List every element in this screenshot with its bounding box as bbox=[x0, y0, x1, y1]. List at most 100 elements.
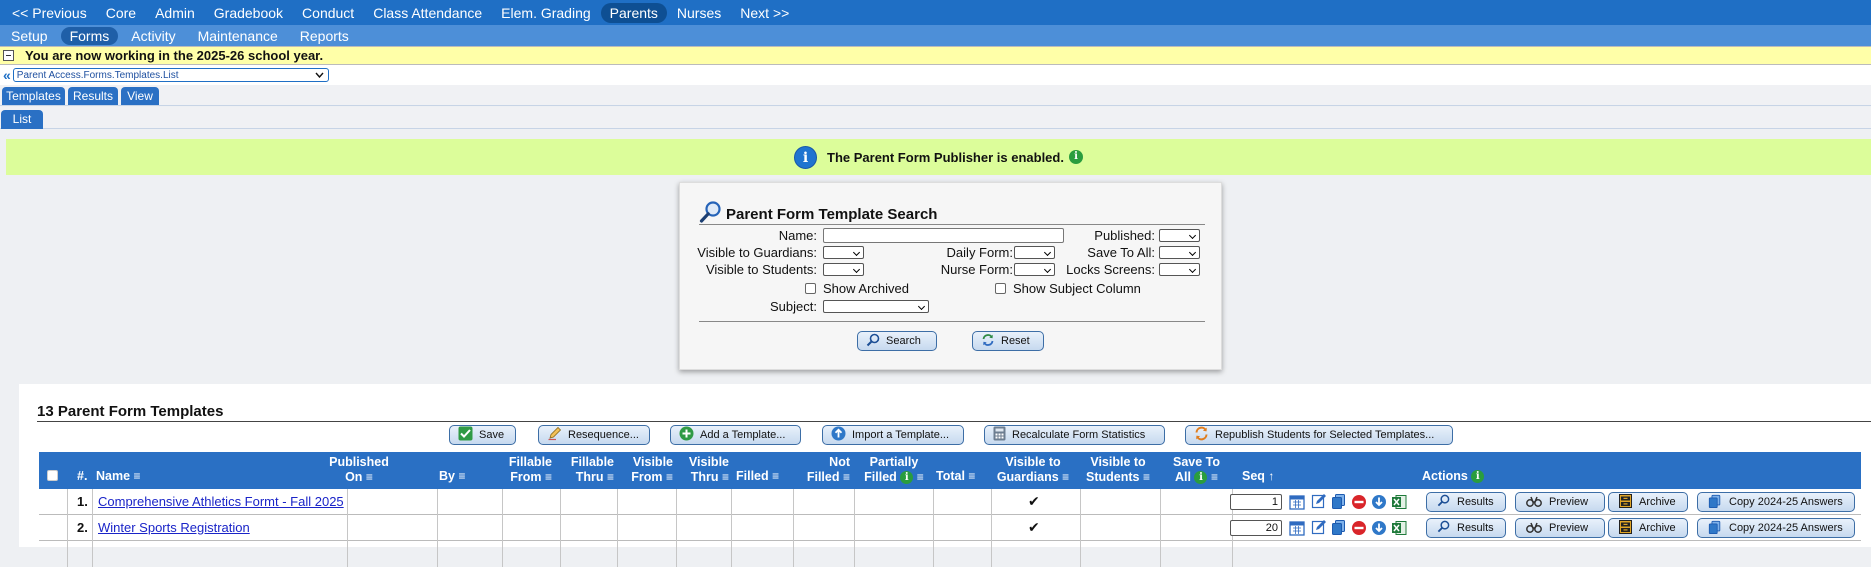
menu-icon[interactable]: ≡ bbox=[666, 470, 673, 484]
col-filled[interactable]: Filled ≡ bbox=[736, 469, 779, 484]
copy-answers-button[interactable]: Copy 2024-25 Answers bbox=[1697, 518, 1855, 538]
menu-icon[interactable]: ≡ bbox=[1143, 470, 1150, 484]
template-name-link[interactable]: Comprehensive Athletics Formt - Fall 202… bbox=[98, 494, 344, 509]
locks-screens-select[interactable] bbox=[1159, 263, 1200, 276]
menu-icon[interactable]: ≡ bbox=[772, 469, 779, 483]
archive-button[interactable]: Archive bbox=[1608, 492, 1688, 512]
col-total[interactable]: Total ≡ bbox=[936, 469, 975, 484]
info-icon[interactable]: i bbox=[1194, 471, 1208, 485]
col-fillable-from[interactable]: Fillable From ≡ bbox=[494, 455, 552, 485]
nav-admin[interactable]: Admin bbox=[146, 3, 204, 23]
col-name[interactable]: Name ≡ bbox=[96, 469, 141, 484]
menu-icon[interactable]: ≡ bbox=[843, 470, 850, 484]
show-subject-column-checkbox[interactable] bbox=[995, 283, 1006, 294]
tab-templates[interactable]: Templates bbox=[2, 87, 65, 105]
col-by[interactable]: By ≡ bbox=[439, 469, 465, 484]
recalculate-statistics-button[interactable]: Recalculate Form Statistics bbox=[984, 425, 1165, 445]
col-visible-students[interactable]: Visible to Students ≡ bbox=[1078, 455, 1158, 485]
col-visible-thru[interactable]: Visible Thru ≡ bbox=[677, 455, 729, 485]
download-icon[interactable] bbox=[1371, 494, 1387, 510]
search-button[interactable]: Search bbox=[857, 331, 937, 351]
students-select[interactable] bbox=[823, 263, 864, 276]
add-template-button[interactable]: Add a Template... bbox=[670, 425, 801, 445]
preview-button[interactable]: Preview bbox=[1515, 518, 1605, 538]
col-visible-guardians[interactable]: Visible to Guardians ≡ bbox=[989, 455, 1077, 485]
resequence-button[interactable]: Resequence... bbox=[538, 425, 650, 445]
copy-icon[interactable] bbox=[1331, 493, 1347, 509]
republish-students-button[interactable]: Republish Students for Selected Template… bbox=[1185, 425, 1453, 445]
subtab-list[interactable]: List bbox=[1, 110, 43, 129]
nav-conduct[interactable]: Conduct bbox=[293, 3, 363, 23]
back-chevron-icon[interactable]: « bbox=[3, 67, 11, 83]
nav-class-attendance[interactable]: Class Attendance bbox=[364, 3, 491, 23]
preview-button[interactable]: Preview bbox=[1515, 492, 1605, 512]
menu-icon[interactable]: ≡ bbox=[134, 469, 141, 483]
subnav-reports[interactable]: Reports bbox=[291, 27, 358, 45]
daily-form-select[interactable] bbox=[1014, 246, 1055, 259]
col-fillable-thru[interactable]: Fillable Thru ≡ bbox=[562, 455, 614, 485]
info-green-icon[interactable]: i bbox=[1068, 150, 1083, 164]
show-archived-checkbox[interactable] bbox=[805, 283, 816, 294]
nav-next[interactable]: Next >> bbox=[731, 3, 798, 23]
subnav-activity[interactable]: Activity bbox=[122, 27, 184, 45]
download-icon[interactable] bbox=[1371, 520, 1387, 536]
sort-ascending-icon[interactable]: ↑ bbox=[1268, 469, 1274, 483]
calendar-icon[interactable] bbox=[1289, 494, 1305, 510]
subnav-maintenance[interactable]: Maintenance bbox=[189, 27, 287, 45]
published-select[interactable] bbox=[1159, 229, 1200, 242]
col-partially-filled[interactable]: Partially Filled i ≡ bbox=[854, 455, 934, 485]
copy-icon[interactable] bbox=[1331, 519, 1347, 535]
seq-field[interactable]: 20 bbox=[1230, 520, 1282, 536]
menu-icon[interactable]: ≡ bbox=[1211, 470, 1218, 484]
import-template-button[interactable]: Import a Template... bbox=[822, 425, 964, 445]
info-icon[interactable]: i bbox=[900, 471, 914, 485]
copy-answers-button[interactable]: Copy 2024-25 Answers bbox=[1697, 492, 1855, 512]
edit-icon[interactable] bbox=[1311, 493, 1327, 509]
excel-icon[interactable] bbox=[1391, 520, 1407, 536]
nurse-form-select[interactable] bbox=[1014, 263, 1055, 276]
menu-icon[interactable]: ≡ bbox=[607, 470, 614, 484]
col-save-to-all[interactable]: Save To All i ≡ bbox=[1164, 455, 1229, 485]
col-published-on[interactable]: Published On ≡ bbox=[319, 455, 399, 485]
results-button[interactable]: Results bbox=[1426, 518, 1506, 538]
delete-icon[interactable] bbox=[1351, 494, 1367, 510]
subnav-forms[interactable]: Forms bbox=[60, 26, 119, 45]
save-button[interactable]: Save bbox=[449, 425, 516, 445]
col-num[interactable]: #. bbox=[77, 469, 87, 484]
menu-icon[interactable]: ≡ bbox=[722, 470, 729, 484]
select-all-checkbox[interactable] bbox=[47, 470, 58, 481]
save-to-all-select[interactable] bbox=[1159, 246, 1200, 259]
seq-field[interactable]: 1 bbox=[1230, 494, 1282, 510]
nav-previous[interactable]: << Previous bbox=[3, 3, 96, 23]
nav-core[interactable]: Core bbox=[97, 3, 145, 23]
archive-button[interactable]: Archive bbox=[1608, 518, 1688, 538]
reset-button[interactable]: Reset bbox=[972, 331, 1044, 351]
guardians-select[interactable] bbox=[823, 246, 864, 259]
col-seq[interactable]: Seq ↑ bbox=[1242, 469, 1274, 484]
nav-elem-grading[interactable]: Elem. Grading bbox=[492, 3, 599, 23]
template-name-link[interactable]: Winter Sports Registration bbox=[98, 520, 250, 535]
menu-icon[interactable]: ≡ bbox=[366, 470, 373, 484]
calendar-icon[interactable] bbox=[1289, 520, 1305, 536]
name-field[interactable] bbox=[823, 228, 1064, 243]
menu-icon[interactable]: ≡ bbox=[1062, 470, 1069, 484]
tab-view[interactable]: View bbox=[121, 87, 159, 105]
col-not-filled[interactable]: Not Filled ≡ bbox=[794, 455, 850, 485]
subject-select[interactable] bbox=[823, 300, 929, 313]
nav-parents[interactable]: Parents bbox=[600, 2, 667, 23]
collapse-toggle-icon[interactable] bbox=[3, 50, 14, 61]
tab-results[interactable]: Results bbox=[68, 87, 118, 105]
col-visible-from[interactable]: Visible From ≡ bbox=[619, 455, 673, 485]
info-icon[interactable]: i bbox=[1471, 470, 1485, 484]
delete-icon[interactable] bbox=[1351, 520, 1367, 536]
menu-icon[interactable]: ≡ bbox=[968, 469, 975, 483]
results-button[interactable]: Results bbox=[1426, 492, 1506, 512]
path-select[interactable]: Parent Access.Forms.Templates.List bbox=[12, 68, 329, 82]
menu-icon[interactable]: ≡ bbox=[917, 470, 924, 484]
nav-gradebook[interactable]: Gradebook bbox=[205, 3, 292, 23]
edit-icon[interactable] bbox=[1311, 519, 1327, 535]
menu-icon[interactable]: ≡ bbox=[458, 469, 465, 483]
menu-icon[interactable]: ≡ bbox=[545, 470, 552, 484]
excel-icon[interactable] bbox=[1391, 494, 1407, 510]
nav-nurses[interactable]: Nurses bbox=[668, 3, 730, 23]
